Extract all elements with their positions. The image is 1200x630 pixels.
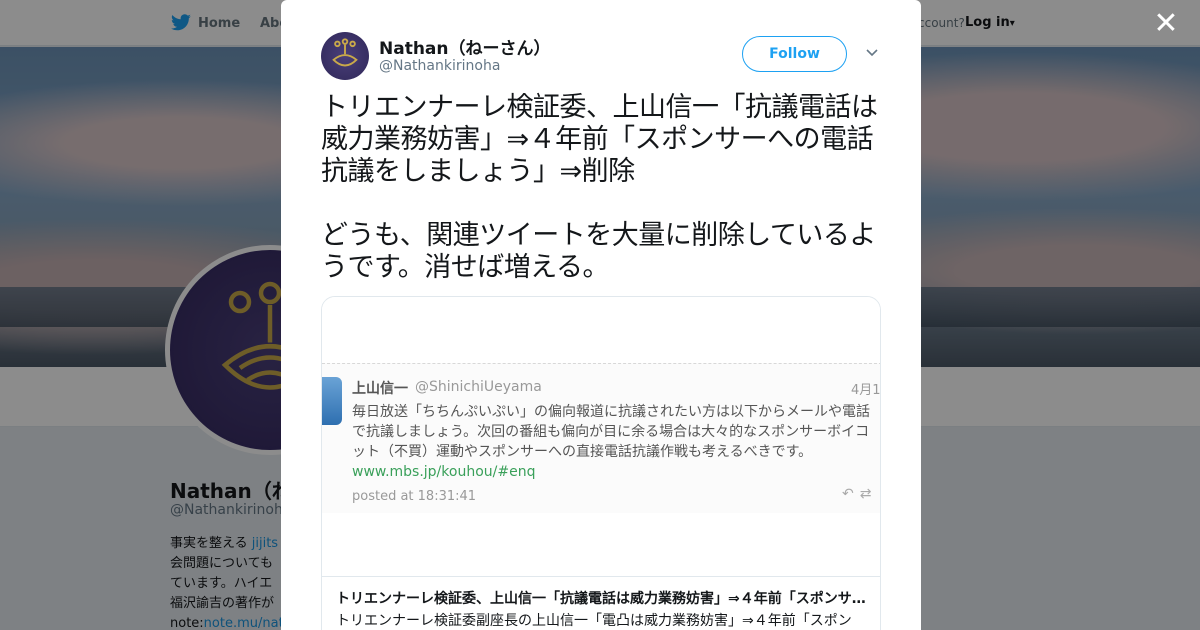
tweet-modal: Nathan（ねーさん） @Nathankirinoha Follow トリエン…	[281, 0, 921, 630]
follow-button[interactable]: Follow	[742, 36, 847, 72]
tweet-text: トリエンナーレ検証委、上山信一「抗議電話は威力業務妨害」⇒４年前「スポンサーへの…	[321, 92, 878, 283]
screenshot-body-line: 毎日放送「ちちんぷいぷい」の偏向報道に抗議されたい方は以下からメールや電話	[352, 404, 870, 420]
card-description: トリエンナーレ検証委副座長の上山信一「電凸は威力業務妨害」⇒４年前「スポン	[336, 613, 852, 629]
chevron-down-icon[interactable]	[864, 45, 880, 61]
screenshot-posted-time: posted at 18:31:41	[352, 489, 477, 504]
close-icon[interactable]: ✕	[1152, 9, 1180, 39]
screenshot-author-name: 上山信一	[352, 381, 408, 397]
retweet-icon: ⇄	[859, 486, 878, 502]
embedded-tweet-screenshot: 上山信一 @ShinichiUeyama 4月1 毎日放送「ちちんぷいぷい」の偏…	[322, 363, 881, 513]
screenshot-date: 4月1	[851, 383, 881, 398]
author-handle[interactable]: @Nathankirinoha	[379, 58, 500, 74]
screenshot-author-handle: @ShinichiUeyama	[415, 379, 542, 395]
screenshot-body-line: ット（不買）運動やスポンサーへの直接電話抗議作戦も考えるべきです。	[352, 444, 813, 460]
card-image: 上山信一 @ShinichiUeyama 4月1 毎日放送「ちちんぷいぷい」の偏…	[322, 297, 881, 577]
author-avatar[interactable]	[321, 32, 369, 80]
card-title: トリエンナーレ検証委、上山信一「抗議電話は威力業務妨害」⇒４年前「スポンサーへの…	[336, 591, 866, 607]
author-name[interactable]: Nathan（ねーさん）	[379, 34, 551, 59]
reply-icon: ↶	[842, 486, 860, 502]
link-card[interactable]: 上山信一 @ShinichiUeyama 4月1 毎日放送「ちちんぷいぷい」の偏…	[321, 296, 881, 630]
screenshot-avatar	[322, 377, 342, 425]
paulownia-crest-icon	[332, 38, 358, 67]
screenshot-body-line: で抗議しましょう。次回の番組も偏向が目に余る場合は大々的なスポンサーボイコ	[352, 424, 870, 440]
screenshot-actions: ↶⇄	[842, 486, 877, 502]
screenshot-link: www.mbs.jp/kouhou/#enq	[352, 464, 536, 480]
screenshot-body: 毎日放送「ちちんぷいぷい」の偏向報道に抗議されたい方は以下からメールや電話 で抗…	[352, 402, 880, 482]
